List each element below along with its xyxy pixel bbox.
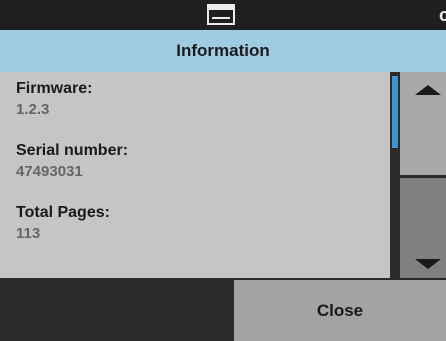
- info-item-firmware: Firmware: 1.2.3: [16, 80, 92, 120]
- info-item-total-pages: Total Pages: 113: [16, 204, 110, 244]
- top-status-bar: c: [0, 0, 446, 30]
- close-button[interactable]: Close: [234, 280, 446, 341]
- status-indicator-icon: c: [439, 5, 446, 25]
- chevron-up-icon: [415, 85, 441, 95]
- total-pages-value: 113: [16, 225, 41, 242]
- printer-icon: [207, 4, 235, 25]
- dialog-footer: Close: [0, 278, 446, 341]
- scroll-buttons: [400, 72, 446, 278]
- total-pages-label: Total Pages:: [16, 204, 110, 221]
- chevron-down-icon: [415, 259, 441, 269]
- firmware-label: Firmware:: [16, 80, 93, 97]
- scrollbar[interactable]: [390, 72, 400, 278]
- scroll-down-button[interactable]: [400, 178, 446, 278]
- firmware-value: 1.2.3: [16, 101, 50, 118]
- info-content-panel: Firmware: 1.2.3 Serial number: 47493031 …: [0, 72, 390, 278]
- scroll-up-button[interactable]: [400, 72, 446, 175]
- dialog-header: Information: [0, 30, 446, 72]
- dialog-title: Information: [176, 41, 270, 60]
- serial-number-label: Serial number:: [16, 142, 129, 159]
- scrollbar-thumb[interactable]: [392, 76, 398, 148]
- serial-number-value: 47493031: [16, 163, 83, 180]
- info-item-serial-number: Serial number: 47493031: [16, 142, 128, 182]
